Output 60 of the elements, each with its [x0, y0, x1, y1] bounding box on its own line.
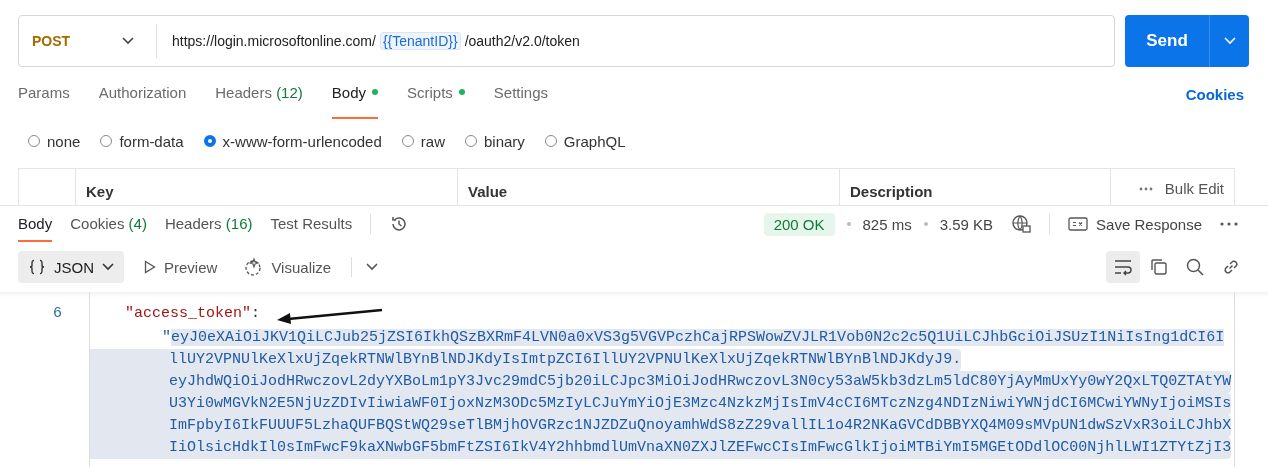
chevron-down-icon[interactable] — [366, 263, 379, 271]
request-tab[interactable]: Headers (12) — [215, 67, 303, 119]
sparkle-icon — [243, 257, 264, 277]
body-type-radio[interactable]: none — [28, 132, 81, 150]
more-icon[interactable] — [1220, 222, 1238, 226]
link-icon — [1221, 257, 1241, 277]
chevron-down-icon — [122, 37, 134, 45]
request-tab[interactable]: Params — [18, 67, 70, 119]
send-button[interactable]: Send — [1125, 15, 1209, 67]
play-icon — [144, 260, 156, 274]
url-field[interactable]: https://login.microsoftonline.com/ {{TenantID}} /oauth2/v2.0/token — [157, 32, 580, 50]
search-icon — [1185, 257, 1205, 277]
chevron-down-icon — [1223, 37, 1236, 45]
body-type-radio[interactable]: binary — [464, 132, 525, 150]
token-text: llUY2VPNUlKeXlxUjZqekRTNWlBYnBlNDJKdyIsImtpZCI6IllUY2VPNUlKeXlxUjZqekRTNWlBYnBlNDJKdyJ9. — [169, 351, 962, 368]
globe-lock-icon[interactable] — [1011, 214, 1032, 234]
token-text: ImFpbyI6IkFUUUF5LzhaQUFBQStWQ29seTlBMjhOVGRzc1NJZDZuQnoyamhWdS8zZ29vallIL1o4R2NKaGVCdDBBYXQ4M09sMVpUN1dwSzVxR3oiLCJhbX — [169, 417, 1232, 434]
body-type-radio[interactable]: raw — [401, 132, 445, 150]
wrap-lines-button[interactable] — [1106, 251, 1140, 283]
token-text: eyJhdWQiOiJodHRwczovL2dyYXBoLm1pY3Jvc29mdC5jb20iLCJpc3MiOiJodHRwczovL3N0cy53aW5kb3dzLm5ldC80YjAyMmUxYy0wY2QxLTQ0ZTAtYW — [169, 373, 1232, 390]
token-text: U3Yi0wMGVkN2E5NjUzZDIvIiwiaWF0IjoxNzM3ODc5MzIyLCJuYmYiOjE3Mzc4NzkzMjIsImV4cCI6MTczNzg4NDIzNiwiYWNjdCI6MCwiYWNyIjoiMSIs — [169, 395, 1232, 412]
url-text: /oauth2/v2.0/token — [464, 33, 580, 49]
body-type-radio[interactable]: x-www-form-urlencoded — [203, 132, 382, 150]
request-tab[interactable]: Authorization — [98, 67, 187, 119]
example-icon — [1068, 217, 1089, 231]
string-quote: " — [162, 329, 171, 346]
radio-button[interactable] — [203, 135, 216, 147]
request-tab[interactable]: Settings — [493, 67, 549, 119]
request-tab[interactable]: Body — [331, 67, 378, 119]
body-type-radio[interactable]: GraphQL — [544, 132, 626, 150]
format-dropdown[interactable]: JSON — [18, 251, 124, 283]
url-text: https://login.microsoftonline.com/ — [172, 33, 376, 49]
preview-button[interactable]: Preview — [138, 258, 224, 276]
cookies-link[interactable]: Cookies — [1185, 85, 1244, 103]
more-icon[interactable] — [1138, 186, 1153, 191]
response-tab[interactable]: Body — [18, 206, 53, 242]
line-number: 6 — [53, 305, 62, 322]
response-tab[interactable]: Cookies (4) — [70, 206, 147, 242]
column-header: Key — [86, 183, 114, 200]
variable-token[interactable]: {{TenantID}} — [379, 32, 461, 50]
column-header: Value — [468, 183, 508, 200]
visualize-button[interactable]: Visualize — [237, 257, 338, 277]
response-size: 3.59 KB — [939, 215, 994, 233]
wrap-lines-icon — [1113, 258, 1133, 276]
response-tab[interactable]: Test Results — [270, 206, 353, 242]
request-tab[interactable]: Scripts — [407, 67, 465, 119]
status-badge: 200 OK — [763, 212, 835, 236]
column-header: Description — [850, 183, 933, 200]
response-tab[interactable]: Headers (16) — [164, 206, 253, 242]
code-line: "access_token": — [124, 305, 261, 322]
method-dropdown[interactable]: POST — [19, 24, 157, 58]
bulk-edit-button[interactable]: Bulk Edit — [1164, 180, 1224, 197]
token-text: IiOlsicHdkIl0sImFwcF9kaXNwbGF5bmFtZSI6IkV4Y2hhbmdlUmVnaXN0ZXJlZEFwcCIsImFwcGlkIjoiMTBiYmI5MGEtODdlOC00NjhlLWI1ZTYtZjI3 — [169, 439, 1232, 456]
copy-icon — [1149, 257, 1169, 277]
braces-icon — [28, 259, 46, 275]
response-time: 825 ms — [862, 215, 912, 233]
chevron-down-icon — [102, 263, 114, 271]
save-response-button[interactable]: Save Response — [1068, 215, 1202, 233]
body-type-radio[interactable]: form-data — [100, 132, 184, 150]
token-text: eyJ0eXAiOiJKV1QiLCJub25jZSI6IkhQSzBXRmF4LVN0a0xVS3g5VGVPczhCajRPSWowZVJLR1Vob0N2c2c5Q1UiLCJhbGciOiJSUzI1NiIsIng1dCI6I — [171, 329, 1225, 346]
